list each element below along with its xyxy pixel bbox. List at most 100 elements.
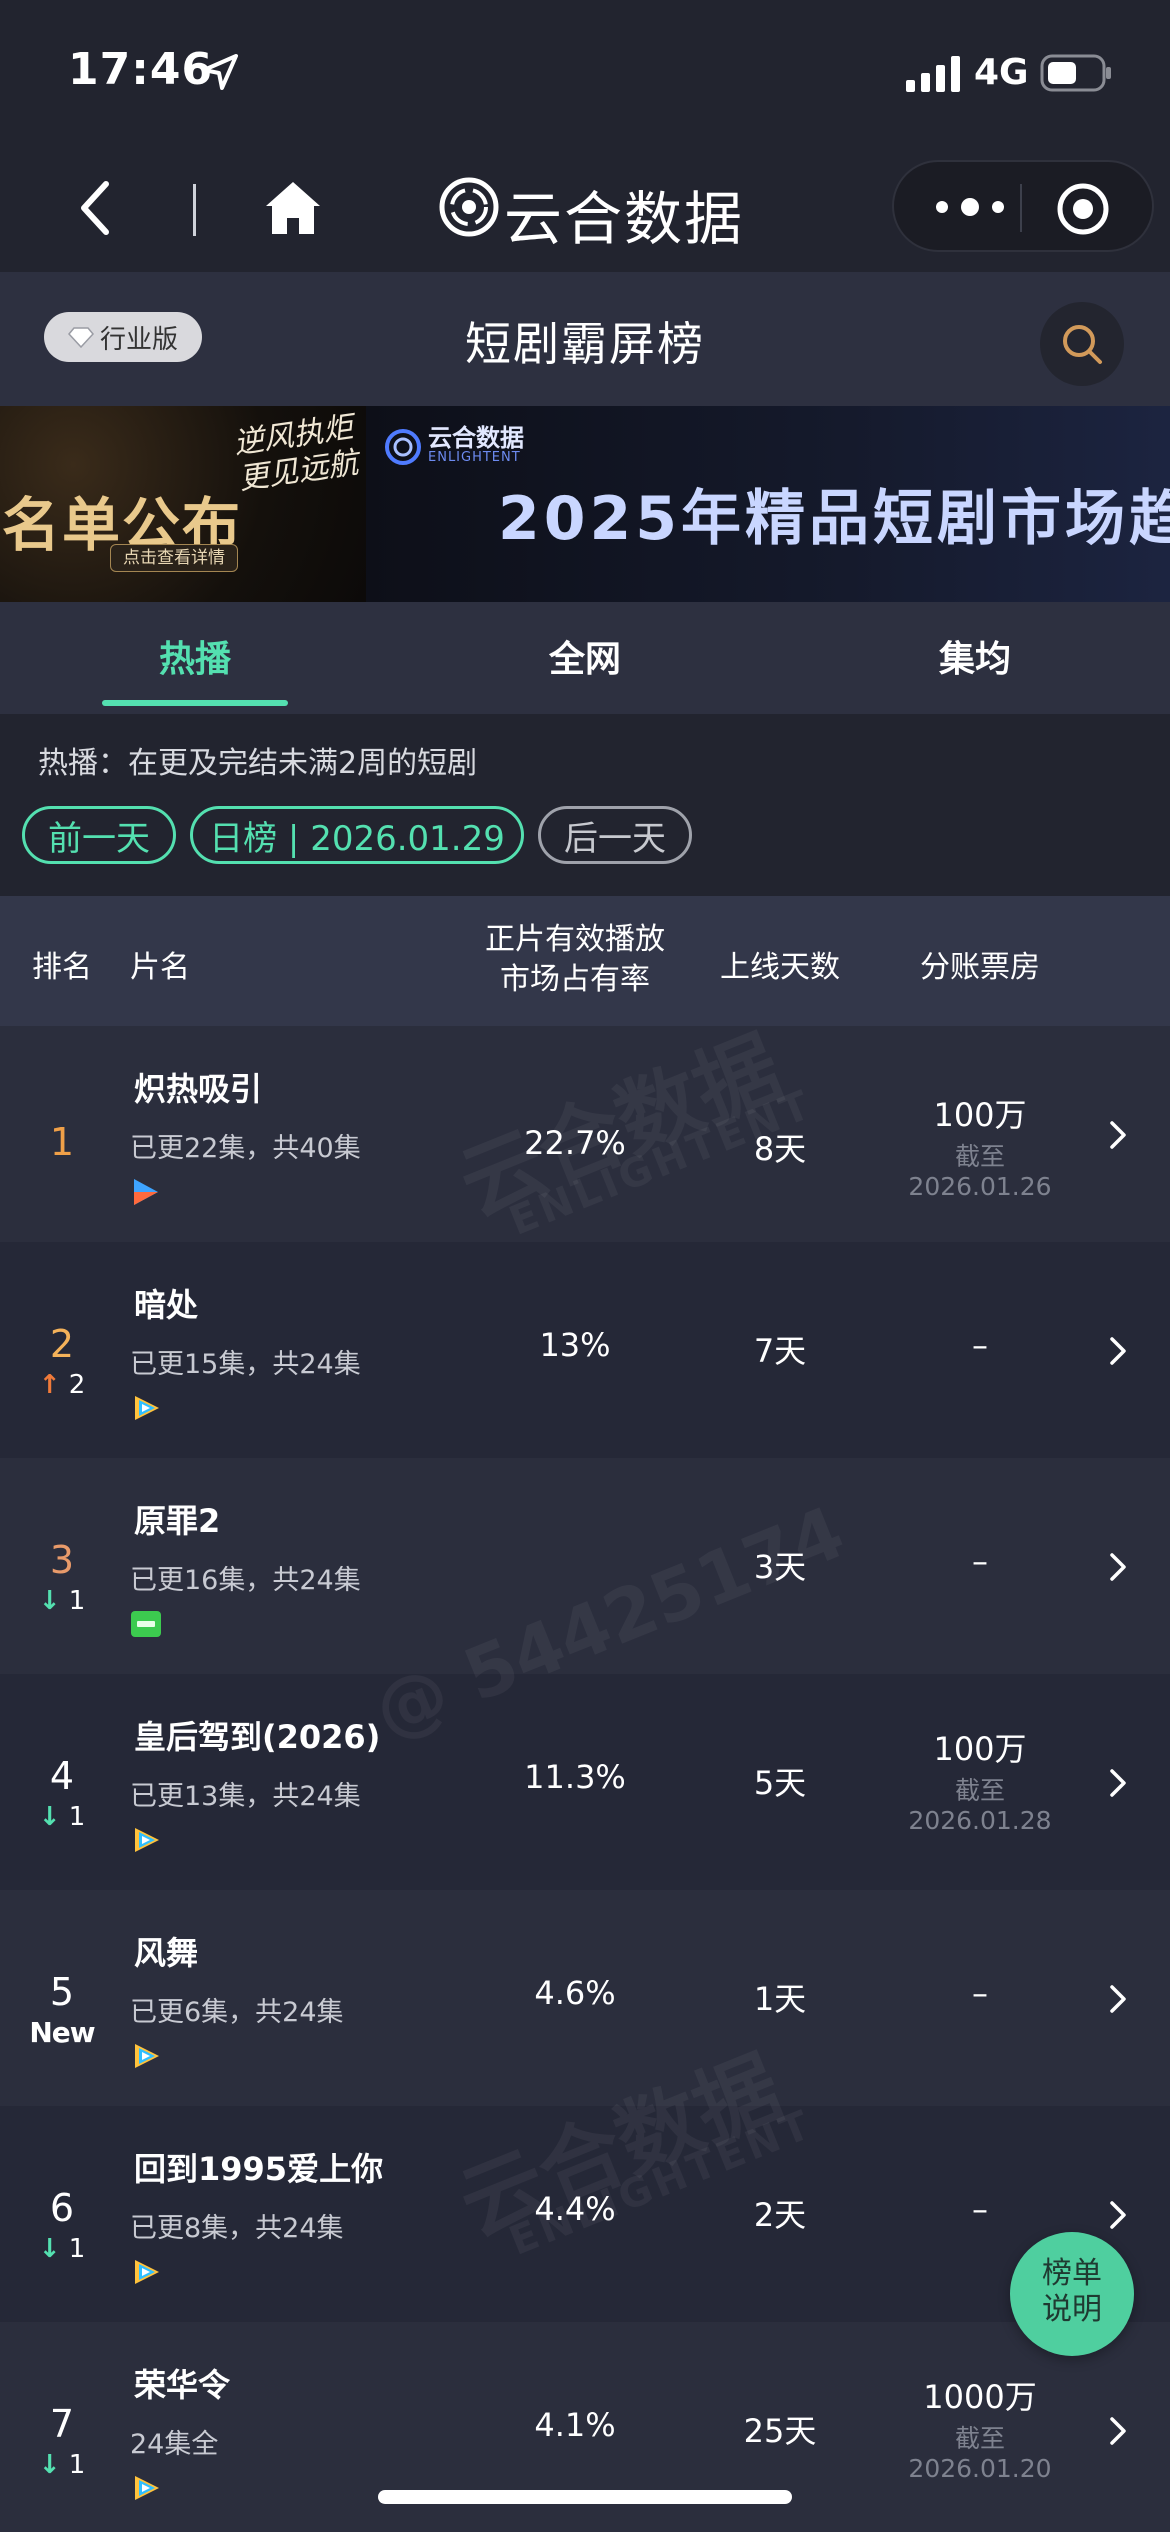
search-button[interactable] xyxy=(1040,302,1124,386)
header-box-office: 分账票房 xyxy=(920,950,1040,985)
rank-down-arrow-icon: ↓ xyxy=(38,1802,61,1832)
episode-info: 24集全 xyxy=(130,2429,219,2460)
drama-title: 暗处 xyxy=(134,1286,199,1324)
tencent-video-icon xyxy=(135,1396,159,1420)
close-miniprogram-icon[interactable] xyxy=(1056,182,1110,236)
market-share: 11.3% xyxy=(524,1758,626,1796)
current-date-button[interactable]: 日榜 | 2026.01.29 xyxy=(190,806,524,864)
header-share-line1: 正片有效播放 xyxy=(485,922,665,957)
market-share: 4.4% xyxy=(534,2190,616,2228)
rank-change-value: 2 xyxy=(68,1370,86,1400)
header-share: 正片有效播放 市场占有率 xyxy=(460,920,690,1000)
episode-info: 已更16集，共24集 xyxy=(130,1565,361,1596)
app-title: 云合数据 xyxy=(504,185,745,253)
rank-number: 3 xyxy=(49,1538,75,1582)
capsule-divider xyxy=(1020,184,1022,232)
rank-number: 6 xyxy=(49,2186,75,2230)
more-dots-icon[interactable] xyxy=(930,190,1010,224)
rank-change: ↓ 1 xyxy=(0,2450,124,2480)
tab-hot[interactable]: 热播 xyxy=(0,630,390,682)
status-bar: 17:46 4G xyxy=(0,0,1170,140)
drama-title: 回到1995爱上你 xyxy=(134,2150,384,2188)
yunhe-logo-icon xyxy=(439,177,499,237)
search-icon xyxy=(1063,325,1102,364)
days-online: 7天 xyxy=(753,1332,807,1370)
days-online: 25天 xyxy=(743,2412,817,2450)
rank-number: 2 xyxy=(49,1322,75,1366)
banner-slogan: 逆风执炬 更见远航 xyxy=(232,410,361,498)
tab-per-episode[interactable]: 集均 xyxy=(780,630,1170,682)
rank-down-arrow-icon: ↓ xyxy=(38,1586,61,1616)
tencent-video-icon xyxy=(135,2044,159,2068)
rank-number: 5 xyxy=(49,1970,75,2014)
ranking-explanation-button[interactable]: 榜单 说明 xyxy=(1010,2232,1134,2356)
miniprogram-capsule xyxy=(892,160,1154,252)
episode-info: 已更22集，共40集 xyxy=(130,1133,361,1164)
tab-all-network[interactable]: 全网 xyxy=(390,630,780,682)
rank-number: 4 xyxy=(49,1754,75,1798)
header-days: 上线天数 xyxy=(720,950,840,985)
rank-up-arrow-icon: ↑ xyxy=(38,1370,61,1400)
drama-title: 炽热吸引 xyxy=(134,1070,263,1108)
header-bar: 行业版 短剧霸屏榜 xyxy=(0,272,1170,406)
ranking-tabs: 热播 全网 集均 xyxy=(0,602,1170,714)
chevron-right-icon[interactable] xyxy=(1108,2200,1128,2230)
drama-title: 原罪2 xyxy=(134,1502,221,1540)
next-day-button[interactable]: 后一天 xyxy=(538,806,692,864)
location-arrow-icon xyxy=(202,54,238,90)
table-row[interactable]: 1 炽热吸引 已更22集，共40集 22.7% 8天 100万 截至 2026.… xyxy=(0,1026,1170,1242)
box-office-value: – xyxy=(972,1542,988,1580)
banner-left-panel: 逆风执炬 更见远航 名单公布 点击查看详情 xyxy=(0,406,366,602)
box-office-value: – xyxy=(972,2190,988,2228)
rank-number: 1 xyxy=(49,1120,75,1164)
nav-separator xyxy=(193,184,196,236)
chevron-right-icon[interactable] xyxy=(1108,1984,1128,2014)
tencent-video-icon xyxy=(135,2476,159,2500)
chevron-right-icon[interactable] xyxy=(1108,1552,1128,1582)
back-chevron-icon[interactable] xyxy=(72,178,120,238)
episode-info: 已更6集，共24集 xyxy=(130,1997,344,2028)
iqiyi-icon xyxy=(131,1611,161,1637)
rank-down-arrow-icon: ↓ xyxy=(38,2450,61,2480)
table-row[interactable]: 5 New 风舞 已更6集，共24集 4.6% 1天 – xyxy=(0,1890,1170,2106)
box-office-value: – xyxy=(972,1974,988,2012)
market-share: 4.1% xyxy=(534,2406,616,2444)
drama-title: 荣华令 xyxy=(134,2366,231,2404)
banner-cta[interactable]: 点击查看详情 xyxy=(110,544,238,572)
chevron-right-icon[interactable] xyxy=(1108,2416,1128,2446)
chevron-right-icon[interactable] xyxy=(1108,1120,1128,1150)
table-header: 排名 片名 正片有效播放 市场占有率 上线天数 分账票房 xyxy=(0,896,1170,1026)
rank-change: ↓ 1 xyxy=(0,1802,124,1832)
days-online: 1天 xyxy=(753,1980,807,2018)
as-of-label: 截至 xyxy=(954,1142,1005,1171)
header-share-line2: 市场占有率 xyxy=(500,962,650,997)
as-of-label: 截至 xyxy=(954,1776,1005,1805)
prev-day-button[interactable]: 前一天 xyxy=(22,806,176,864)
chevron-right-icon[interactable] xyxy=(1108,1768,1128,1798)
chevron-right-icon[interactable] xyxy=(1108,1336,1128,1366)
network-type: 4G xyxy=(974,52,1029,93)
box-office-as-of: 截至 2026.01.20 xyxy=(880,2424,1080,2484)
table-row[interactable]: 3 ↓ 1 原罪2 已更16集，共24集 3天 – xyxy=(0,1458,1170,1674)
cellular-signal-icon xyxy=(906,56,960,92)
episode-info: 已更13集，共24集 xyxy=(130,1781,361,1812)
banner-brand-sub: ENLIGHTENT xyxy=(428,450,521,465)
episode-info: 已更15集，共24集 xyxy=(130,1349,361,1380)
home-indicator[interactable] xyxy=(378,2490,792,2504)
home-icon[interactable] xyxy=(262,178,324,238)
promo-banner[interactable]: 逆风执炬 更见远航 名单公布 点击查看详情 云合数据 ENLIGHTENT 20… xyxy=(0,406,1170,602)
header-title: 片名 xyxy=(130,950,190,985)
tencent-video-icon xyxy=(135,1828,159,1852)
banner-brand: 云合数据 xyxy=(428,424,524,452)
table-row[interactable]: 2 ↑ 2 暗处 已更15集，共24集 13% 7天 – xyxy=(0,1242,1170,1458)
table-row[interactable]: 4 ↓ 1 皇后驾到(2026) 已更13集，共24集 11.3% 5天 100… xyxy=(0,1674,1170,1890)
rank-change-value: 1 xyxy=(68,2450,86,2480)
market-share: 4.6% xyxy=(534,1974,616,2012)
drama-title: 风舞 xyxy=(134,1934,199,1972)
youku-icon xyxy=(134,1179,158,1205)
rank-new-badge: New xyxy=(29,2016,95,2049)
table-row[interactable]: 6 ↓ 1 回到1995爱上你 已更8集，共24集 4.4% 2天 – xyxy=(0,2106,1170,2322)
box-office-as-of: 截至 2026.01.26 xyxy=(880,1142,1080,1202)
header-rank: 排名 xyxy=(32,950,92,985)
rank-change-value: 1 xyxy=(68,1586,86,1616)
